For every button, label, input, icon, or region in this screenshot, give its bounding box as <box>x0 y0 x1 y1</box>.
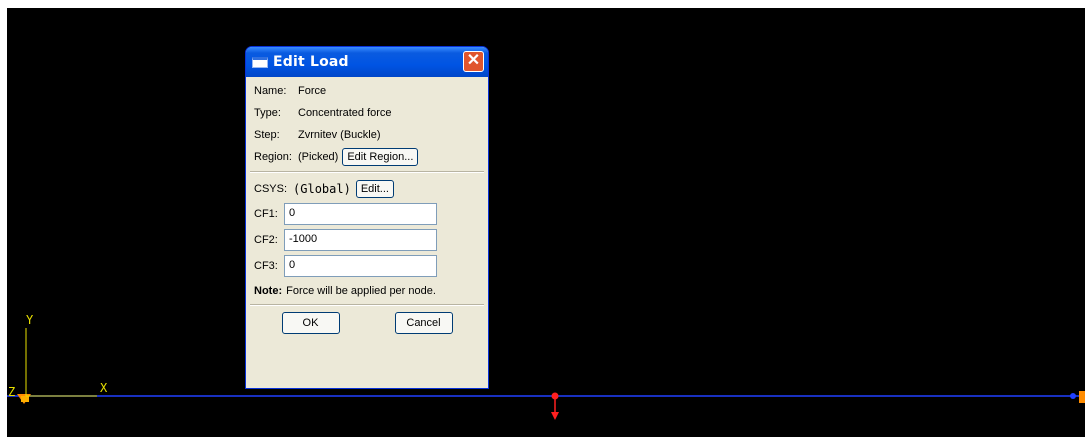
cf3-input[interactable]: 0 <box>284 255 437 277</box>
name-value: Force <box>298 85 327 97</box>
name-row: Name: Force <box>254 80 480 102</box>
dialog-footer: OK Cancel <box>254 310 480 334</box>
type-row: Type: Concentrated force <box>254 102 480 124</box>
csys-value: (Global) <box>293 182 351 196</box>
separator <box>250 171 484 173</box>
region-label: Region: <box>254 151 292 163</box>
step-value: Zvrnitev (Buckle) <box>298 129 381 141</box>
coordinate-triad-icon: Y X Z <box>8 313 108 399</box>
cf2-label: CF2: <box>254 234 278 246</box>
dialog-title: Edit Load <box>273 54 349 70</box>
cf1-row: CF1: 0 <box>254 201 480 227</box>
model-viewport[interactable]: Y X Z Edit Load ✕ Name: Force Type: Conc… <box>7 8 1085 437</box>
cancel-button[interactable]: Cancel <box>394 312 453 334</box>
edit-csys-button[interactable]: Edit... <box>355 180 394 198</box>
region-row: Region: (Picked) Edit Region... <box>254 146 480 168</box>
cf3-label: CF3: <box>254 260 278 272</box>
note-text: Force will be applied per node. <box>286 285 436 297</box>
note-label: Note: <box>254 285 283 297</box>
cf1-input[interactable]: 0 <box>284 203 437 225</box>
edit-region-button[interactable]: Edit Region... <box>342 148 419 166</box>
step-row: Step: Zvrnitev (Buckle) <box>254 124 480 146</box>
window-icon <box>252 56 268 68</box>
cf3-row: CF3: 0 <box>254 253 480 279</box>
type-label: Type: <box>254 107 281 119</box>
ok-button[interactable]: OK <box>281 312 340 334</box>
edit-load-dialog: Edit Load ✕ Name: Force Type: Concentrat… <box>245 46 489 389</box>
axis-label-z: Z <box>8 385 15 399</box>
close-button[interactable]: ✕ <box>463 51 484 72</box>
axis-label-y: Y <box>26 313 34 327</box>
load-arrow-icon <box>551 392 559 420</box>
csys-label: CSYS: <box>254 183 288 195</box>
region-value: (Picked) <box>298 151 339 163</box>
type-value: Concentrated force <box>298 107 392 119</box>
name-label: Name: <box>254 85 287 97</box>
cf2-input[interactable]: -1000 <box>284 229 437 251</box>
csys-row: CSYS: (Global) Edit... <box>254 177 480 201</box>
step-label: Step: <box>254 129 280 141</box>
cf2-row: CF2: -1000 <box>254 227 480 253</box>
cf1-label: CF1: <box>254 208 278 220</box>
right-support-icon <box>1070 391 1085 403</box>
separator <box>250 304 484 306</box>
note-row: Note: Force will be applied per node. <box>254 279 480 303</box>
axis-label-x: X <box>100 381 108 395</box>
dialog-title-bar[interactable]: Edit Load ✕ <box>246 47 488 77</box>
model-scene: Y X Z <box>7 313 1085 420</box>
